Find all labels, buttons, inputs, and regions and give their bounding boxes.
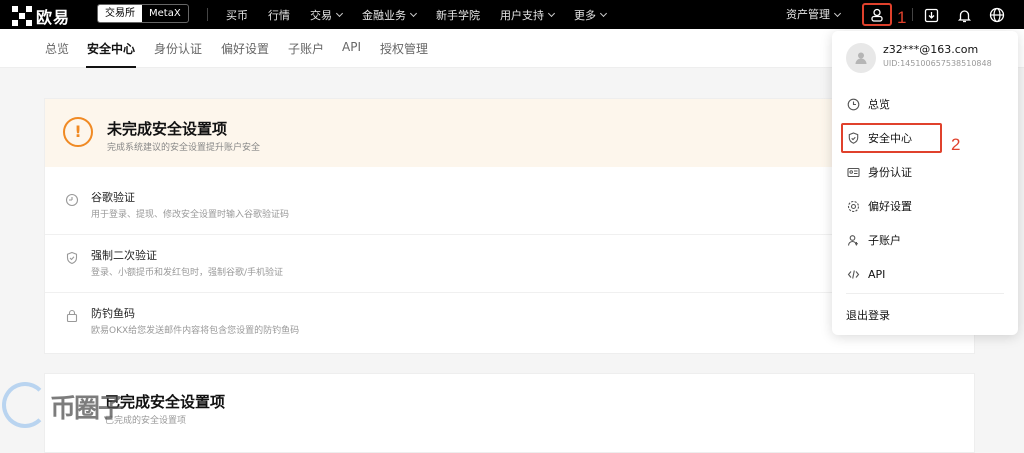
bell-icon xyxy=(957,9,971,22)
item-description: 欧易OKX给您发送邮件内容将包含您设置的防钓鱼码 xyxy=(91,326,300,336)
nav-support[interactable]: 用户支持 xyxy=(500,7,556,23)
annotation-number-1: 1 xyxy=(897,8,907,27)
account-dropdown-menu: z32***@163.com UID:145100657538510848 总览… xyxy=(832,31,1018,335)
notifications-button[interactable] xyxy=(953,4,975,26)
section-title: 已完成安全设置项 xyxy=(105,393,226,411)
tab-overview[interactable]: 总览 xyxy=(45,40,69,57)
item-description: 登录、小额提币和发红包时，强制谷歌/手机验证 xyxy=(91,268,284,278)
exchange-metax-toggle: 交易所 MetaX xyxy=(97,4,189,23)
watermark-logo: 币圈子 xyxy=(0,378,124,434)
nav-academy[interactable]: 新手学院 xyxy=(436,7,480,23)
globe-icon xyxy=(989,7,1005,23)
shield-icon xyxy=(66,251,78,265)
chevron-down-icon xyxy=(409,9,418,17)
item-title: 强制二次验证 xyxy=(91,249,157,262)
brand-name: 欧易 xyxy=(36,8,71,27)
menu-item-identity[interactable]: 身份认证 xyxy=(846,160,1008,184)
user-icon xyxy=(871,8,883,22)
active-tab-indicator xyxy=(86,66,136,68)
user-account-button[interactable] xyxy=(862,3,892,26)
nav-finance[interactable]: 金融业务 xyxy=(362,7,418,23)
avatar xyxy=(846,43,876,73)
google-authenticator-icon xyxy=(65,193,79,207)
header-divider xyxy=(912,8,913,21)
menu-item-preferences[interactable]: 偏好设置 xyxy=(846,194,1008,218)
chevron-down-icon xyxy=(599,9,608,17)
menu-item-overview[interactable]: 总览 xyxy=(846,92,1008,116)
tab-preferences[interactable]: 偏好设置 xyxy=(221,40,269,57)
nav-buy[interactable]: 买币 xyxy=(226,7,248,23)
okx-logo-icon xyxy=(12,6,32,26)
sub-account-icon xyxy=(847,234,858,246)
asset-management-menu[interactable]: 资产管理 xyxy=(786,0,842,29)
menu-item-api[interactable]: API xyxy=(846,262,1008,286)
gear-icon xyxy=(847,200,859,212)
tab-sub-accounts[interactable]: 子账户 xyxy=(288,40,324,57)
item-title: 防钓鱼码 xyxy=(91,307,135,320)
id-card-icon xyxy=(846,167,860,177)
logout-button[interactable]: 退出登录 xyxy=(846,307,890,323)
highlight-box-security-center xyxy=(841,123,942,153)
watermark-text: 币圈子 xyxy=(50,394,124,424)
chevron-down-icon xyxy=(833,9,842,17)
nav-trade[interactable]: 交易 xyxy=(310,7,344,23)
language-button[interactable] xyxy=(986,4,1008,26)
tab-identity[interactable]: 身份认证 xyxy=(154,40,202,57)
nav-market[interactable]: 行情 xyxy=(268,7,290,23)
metax-tab[interactable]: MetaX xyxy=(142,5,188,22)
item-title: 谷歌验证 xyxy=(91,191,135,204)
nav-divider xyxy=(207,8,208,21)
account-uid: UID:145100657538510848 xyxy=(883,59,992,68)
section-subtitle: 完成系统建议的安全设置提升账户安全 xyxy=(107,143,261,153)
top-navbar: 欧易 交易所 MetaX 买币 行情 交易 金融业务 新手学院 用户支持 更多 … xyxy=(0,0,1024,29)
dashboard-icon xyxy=(847,98,859,110)
exchange-tab[interactable]: 交易所 xyxy=(98,5,142,22)
completed-security-card: 已完成安全设置项 已完成的安全设置项 xyxy=(44,373,975,453)
user-avatar-icon xyxy=(855,52,867,64)
watermark-ring-icon xyxy=(2,382,48,428)
section-title: 未完成安全设置项 xyxy=(107,120,228,138)
warning-icon: ! xyxy=(63,117,93,147)
okx-logo[interactable]: 欧易 xyxy=(12,4,70,28)
tab-security-center[interactable]: 安全中心 xyxy=(87,40,135,57)
account-email: z32***@163.com xyxy=(883,43,979,56)
item-description: 用于登录、提现、修改安全设置时输入谷歌验证码 xyxy=(91,210,290,220)
download-icon xyxy=(924,8,938,22)
chevron-down-icon xyxy=(335,9,344,17)
chevron-down-icon xyxy=(547,9,556,17)
download-button[interactable] xyxy=(920,4,942,26)
annotation-number-2: 2 xyxy=(951,135,961,154)
main-nav: 买币 行情 交易 金融业务 新手学院 用户支持 更多 xyxy=(226,0,626,29)
tab-api[interactable]: API xyxy=(342,40,361,54)
lock-icon xyxy=(66,309,78,323)
tab-authorization[interactable]: 授权管理 xyxy=(380,40,428,57)
nav-more[interactable]: 更多 xyxy=(574,7,608,23)
code-icon xyxy=(847,269,859,279)
menu-item-sub-accounts[interactable]: 子账户 xyxy=(846,228,1008,252)
menu-divider xyxy=(846,293,1004,294)
